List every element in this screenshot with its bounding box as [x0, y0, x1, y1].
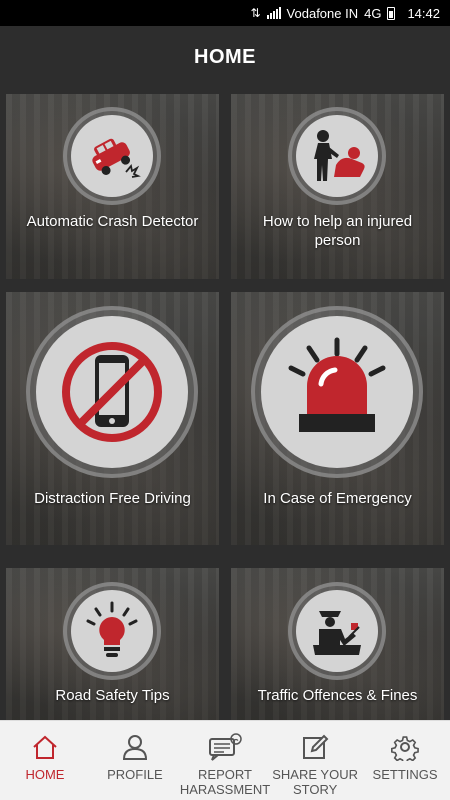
lightbulb-icon	[86, 601, 138, 657]
tile-label: In Case of Emergency	[263, 490, 412, 507]
tile-label: Road Safety Tips	[55, 687, 170, 704]
app-header: HOME	[0, 26, 450, 88]
tile-icon-ring	[63, 107, 161, 205]
clock-time: 14:42	[407, 5, 440, 21]
tile-in-case-of-emergency[interactable]: In Case of Emergency	[231, 292, 444, 545]
nav-item-home[interactable]: HOME	[0, 721, 90, 800]
tile-automatic-crash-detector[interactable]: Automatic Crash Detector	[6, 94, 219, 279]
nav-item-report-harassment[interactable]: REPORT HARASSMENT	[180, 721, 270, 800]
carrier-name: Vodafone IN	[286, 5, 359, 21]
report-chat-icon	[209, 733, 242, 761]
gear-icon	[391, 736, 419, 761]
signal-strength-icon: ⇅	[250, 6, 261, 20]
profile-icon	[122, 735, 147, 760]
first-aid-helper-icon	[314, 130, 365, 181]
bottom-navigation: HOME PROFILE REPORT HARASSMENT SHARE YOU…	[0, 720, 450, 800]
nav-label: SHARE YOUR STORY	[272, 767, 358, 797]
nav-label: REPORT HARASSMENT	[179, 767, 271, 797]
tile-icon-ring	[26, 306, 198, 478]
tile-icon-ring	[251, 306, 423, 478]
edit-note-icon	[303, 734, 329, 759]
home-icon	[33, 735, 57, 759]
status-bar: ⇅ Vodafone IN 4G 14:42	[0, 0, 450, 26]
nav-item-profile[interactable]: PROFILE	[90, 721, 180, 800]
car-crash-icon	[92, 138, 141, 178]
cellular-signal-icon	[266, 7, 281, 19]
nav-label: SETTINGS	[372, 767, 438, 782]
tile-icon-ring	[288, 107, 386, 205]
nav-item-settings[interactable]: SETTINGS	[360, 721, 450, 800]
siren-icon	[288, 337, 386, 432]
nav-label: PROFILE	[107, 767, 163, 782]
tile-help-injured-person[interactable]: How to help an injured person	[231, 94, 444, 279]
tile-label: Automatic Crash Detector	[26, 213, 199, 230]
tile-road-safety-tips[interactable]: Road Safety Tips	[6, 568, 219, 720]
tile-icon-ring	[288, 582, 386, 680]
tile-distraction-free-driving[interactable]: Distraction Free Driving	[6, 292, 219, 545]
tile-label: How to help an injured person	[262, 213, 413, 249]
no-phone-icon	[62, 342, 162, 442]
tile-label: Distraction Free Driving	[34, 490, 191, 507]
tile-label: Traffic Offences & Fines	[257, 687, 418, 704]
tile-icon-ring	[63, 582, 161, 680]
battery-icon	[387, 6, 396, 20]
home-grid: Automatic Crash Detector How to help an …	[0, 88, 450, 720]
nav-item-share-your-story[interactable]: SHARE YOUR STORY	[270, 721, 360, 800]
tile-traffic-offences-fines[interactable]: Traffic Offences & Fines	[231, 568, 444, 720]
page-title: HOME	[194, 45, 256, 68]
network-type: 4G	[364, 5, 382, 21]
nav-label: HOME	[25, 767, 65, 782]
traffic-police-icon	[313, 611, 361, 655]
